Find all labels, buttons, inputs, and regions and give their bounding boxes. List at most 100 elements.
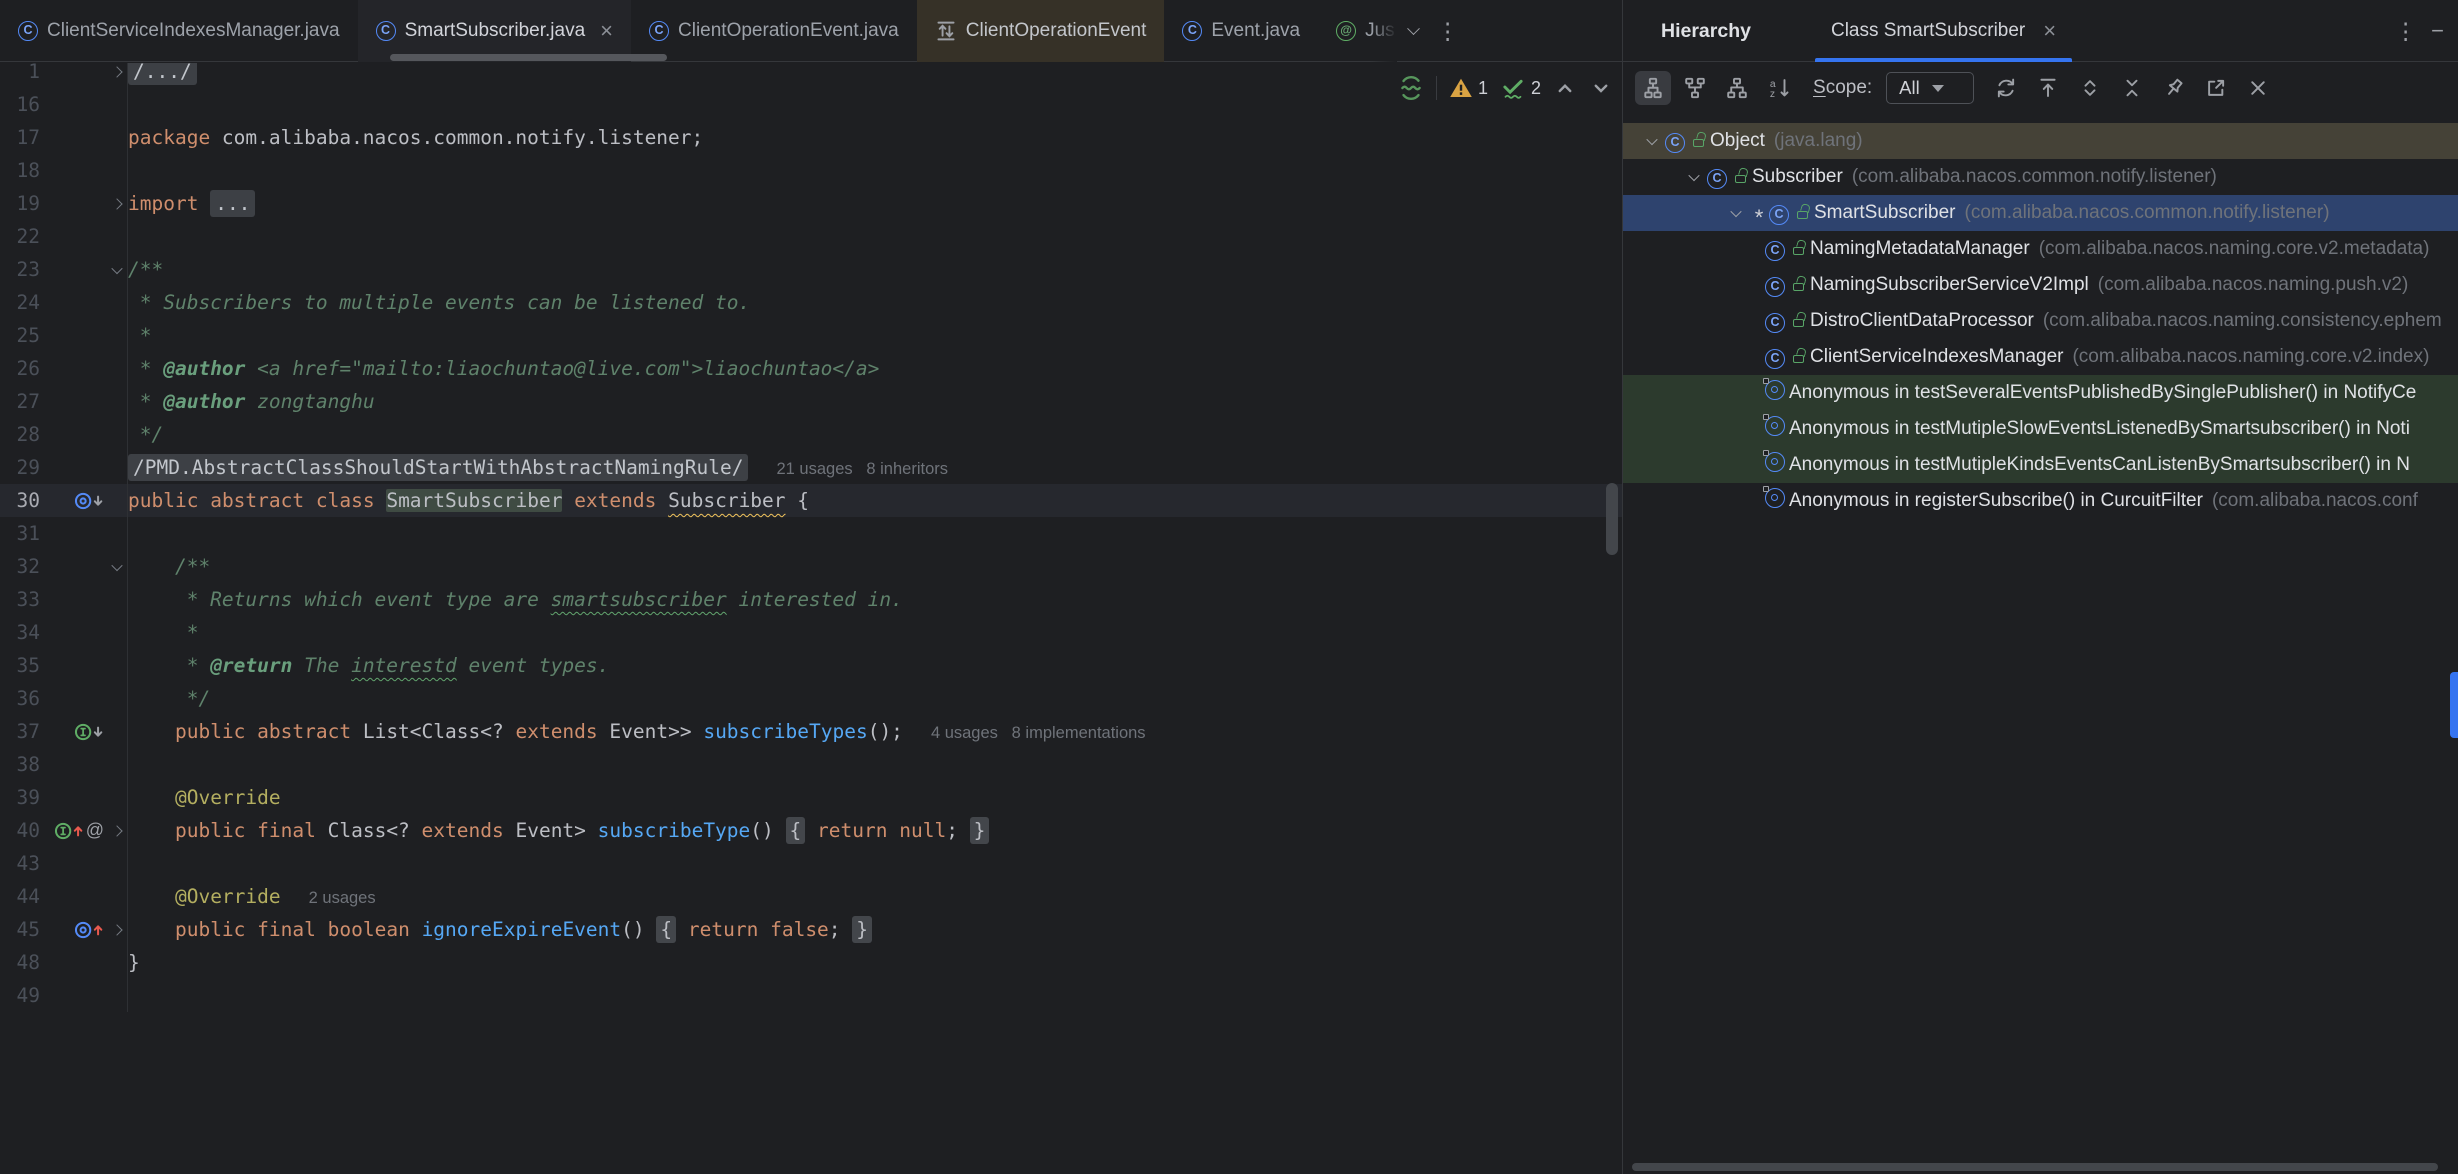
code-editor[interactable]: 1/.../1617package com.alibaba.nacos.comm…	[0, 63, 1622, 1174]
typos-count-button[interactable]: 2	[1500, 75, 1541, 101]
code-line-27[interactable]: 27 * @author zongtanghu	[0, 385, 1622, 418]
editor-tab-smartsubscriber-java[interactable]: CSmartSubscriber.java×	[358, 0, 631, 62]
code-line-16[interactable]: 16	[0, 88, 1622, 121]
gutter-icons	[40, 913, 106, 946]
line-number: 16	[0, 88, 40, 121]
toolbar-expand-all-icon[interactable]	[2072, 71, 2108, 105]
hierarchy-row-namingsubscriberservicev2impl[interactable]: CNamingSubscriberServiceV2Impl(com.aliba…	[1623, 267, 2458, 303]
panel-minimize-icon[interactable]: −	[2431, 18, 2444, 44]
class-name: NamingSubscriberServiceV2Impl	[1810, 274, 2089, 296]
code-line-17[interactable]: 17package com.alibaba.nacos.common.notif…	[0, 121, 1622, 154]
toolbar-close-icon[interactable]	[2240, 71, 2276, 105]
tab-list-chevron-icon[interactable]	[1397, 0, 1431, 62]
editor-tab-clientserviceindexesmanager-java[interactable]: CClientServiceIndexesManager.java	[0, 0, 358, 62]
class-name: DistroClientDataProcessor	[1810, 310, 2034, 332]
fold-toggle[interactable]	[106, 253, 128, 286]
code-line-35[interactable]: 35 * @return The interestd event types.	[0, 649, 1622, 682]
code-line-37[interactable]: 37 public abstract List<Class<? extends …	[0, 715, 1622, 748]
inlay-hint[interactable]: 21 usages 8 inheritors	[748, 460, 948, 478]
fold-toggle[interactable]	[106, 550, 128, 583]
editor-scrollbar-thumb[interactable]	[1606, 483, 1618, 555]
toolbar-sort-alphabetically-icon[interactable]: az	[1761, 71, 1797, 105]
hierarchy-row-clientserviceindexesmanager[interactable]: CClientServiceIndexesManager(com.alibaba…	[1623, 339, 2458, 375]
code-line-43[interactable]: 43	[0, 847, 1622, 880]
overrides-method-gutter-icon[interactable]	[73, 919, 104, 941]
hierarchy-row-distroclientdataprocessor[interactable]: CDistroClientDataProcessor(com.alibaba.n…	[1623, 303, 2458, 339]
tree-chevron-down-icon[interactable]	[1723, 209, 1749, 217]
code-line-48[interactable]: 48}	[0, 946, 1622, 979]
code-line-40[interactable]: 40@ public final Class<? extends Event> …	[0, 814, 1622, 847]
subclassed-gutter-icon[interactable]	[73, 490, 104, 512]
external-annotation-gutter-icon[interactable]: @	[86, 820, 104, 841]
editor-tab-event-java[interactable]: CEvent.java	[1164, 0, 1318, 62]
editor-tab-clientoperationevent[interactable]: ClientOperationEvent	[917, 0, 1165, 62]
panel-hscrollbar-thumb[interactable]	[1632, 1163, 2438, 1171]
code-line-49[interactable]: 49	[0, 979, 1622, 1012]
implemented-gutter-icon[interactable]	[73, 721, 104, 743]
hierarchy-row-subscriber[interactable]: CSubscriber(com.alibaba.nacos.common.not…	[1623, 159, 2458, 195]
inlay-hint[interactable]: 2 usages	[281, 889, 376, 907]
code-line-34[interactable]: 34 *	[0, 616, 1622, 649]
fold-toggle[interactable]	[106, 814, 128, 847]
tab-bar-scrollbar-thumb[interactable]	[390, 54, 667, 61]
code-line-33[interactable]: 33 * Returns which event type are smarts…	[0, 583, 1622, 616]
code-line-28[interactable]: 28 */	[0, 418, 1622, 451]
code-line-18[interactable]: 18	[0, 154, 1622, 187]
code-line-1[interactable]: 1/.../	[0, 63, 1622, 88]
anonymous-class-icon	[1765, 452, 1785, 472]
hierarchy-row-smartsubscriber[interactable]: *CSmartSubscriber(com.alibaba.nacos.comm…	[1623, 195, 2458, 231]
scope-dropdown[interactable]: All	[1886, 72, 1974, 104]
toolbar-move-to-top-icon[interactable]	[2030, 71, 2066, 105]
gutter-icons	[40, 121, 106, 154]
next-problem-icon[interactable]	[1589, 76, 1613, 100]
class-icon: C	[1182, 21, 1202, 41]
code-line-36[interactable]: 36 */	[0, 682, 1622, 715]
tab-close-icon[interactable]: ×	[600, 20, 613, 42]
typos-indicator-icon[interactable]	[1398, 75, 1424, 101]
code-line-22[interactable]: 22	[0, 220, 1622, 253]
toolbar-collapse-all-icon[interactable]	[2114, 71, 2150, 105]
warnings-count-button[interactable]: 1	[1449, 76, 1488, 100]
tree-chevron-down-icon[interactable]	[1681, 173, 1707, 181]
code-line-30[interactable]: 30public abstract class SmartSubscriber …	[0, 484, 1622, 517]
panel-options-kebab-icon[interactable]: ⋮	[2394, 20, 2417, 43]
hierarchy-row-anonymous-in-registersubscribe-in-curcuitfilter[interactable]: Anonymous in registerSubscribe() in Curc…	[1623, 483, 2458, 519]
implements-method-gutter-icon[interactable]	[53, 820, 84, 842]
code-line-23[interactable]: 23/**	[0, 253, 1622, 286]
code-line-44[interactable]: 44 @Override2 usages	[0, 880, 1622, 913]
previous-problem-icon[interactable]	[1553, 76, 1577, 100]
hierarchy-row-anonymous-in-testmutiplesloweventslistenedbysmartsubscriber-in-noti[interactable]: Anonymous in testMutipleSlowEventsListen…	[1623, 411, 2458, 447]
code-line-45[interactable]: 45 public final boolean ignoreExpireEven…	[0, 913, 1622, 946]
editor-tab-jus[interactable]: @Jus	[1318, 0, 1397, 62]
hierarchy-row-anonymous-in-testseveraleventspublishedbysinglepublisher-in-notifyce[interactable]: Anonymous in testSeveralEventsPublishedB…	[1623, 375, 2458, 411]
editor-options-kebab-icon[interactable]: ⋮	[1431, 0, 1465, 62]
toolbar-refresh-icon[interactable]	[1988, 71, 2024, 105]
code-line-31[interactable]: 31	[0, 517, 1622, 550]
code-line-32[interactable]: 32 /**	[0, 550, 1622, 583]
code-line-25[interactable]: 25 *	[0, 319, 1622, 352]
hierarchy-tab-close-icon[interactable]: ×	[2043, 20, 2056, 42]
code-line-24[interactable]: 24 * Subscribers to multiple events can …	[0, 286, 1622, 319]
hierarchy-row-namingmetadatamanager[interactable]: CNamingMetadataManager(com.alibaba.nacos…	[1623, 231, 2458, 267]
code-line-19[interactable]: 19import ...	[0, 187, 1622, 220]
toolbar-open-in-new-window-icon[interactable]	[2198, 71, 2234, 105]
toolbar-subtypes-hierarchy-icon[interactable]	[1719, 71, 1755, 105]
toolbar-type-hierarchy-icon[interactable]	[1635, 71, 1671, 105]
fold-toggle[interactable]	[106, 913, 128, 946]
code-line-29[interactable]: 29/PMD.AbstractClassShouldStartWithAbstr…	[0, 451, 1622, 484]
code-line-26[interactable]: 26 * @author <a href="mailto:liaochuntao…	[0, 352, 1622, 385]
gutter-icons	[40, 385, 106, 418]
fold-toggle[interactable]	[106, 187, 128, 220]
toolbar-supertypes-hierarchy-icon[interactable]	[1677, 71, 1713, 105]
hierarchy-row-anonymous-in-testmutiplekindseventscanlistenbysmartsubscriber-in-n[interactable]: Anonymous in testMutipleKindsEventsCanLi…	[1623, 447, 2458, 483]
inlay-hint[interactable]: 4 usages 8 implementations	[903, 724, 1146, 742]
tree-chevron-down-icon[interactable]	[1639, 137, 1665, 145]
fold-toggle[interactable]	[106, 63, 128, 88]
hierarchy-tab-class-smartsubscriber[interactable]: Class SmartSubscriber ×	[1815, 0, 2072, 62]
hierarchy-row-object[interactable]: CObject(java.lang)	[1623, 123, 2458, 159]
editor-tab-clientoperationevent-java[interactable]: CClientOperationEvent.java	[631, 0, 917, 62]
toolbar-pin-tab-icon[interactable]	[2156, 71, 2192, 105]
code-line-38[interactable]: 38	[0, 748, 1622, 781]
code-line-39[interactable]: 39 @Override	[0, 781, 1622, 814]
panel-scroll-indicator[interactable]	[2450, 672, 2458, 738]
